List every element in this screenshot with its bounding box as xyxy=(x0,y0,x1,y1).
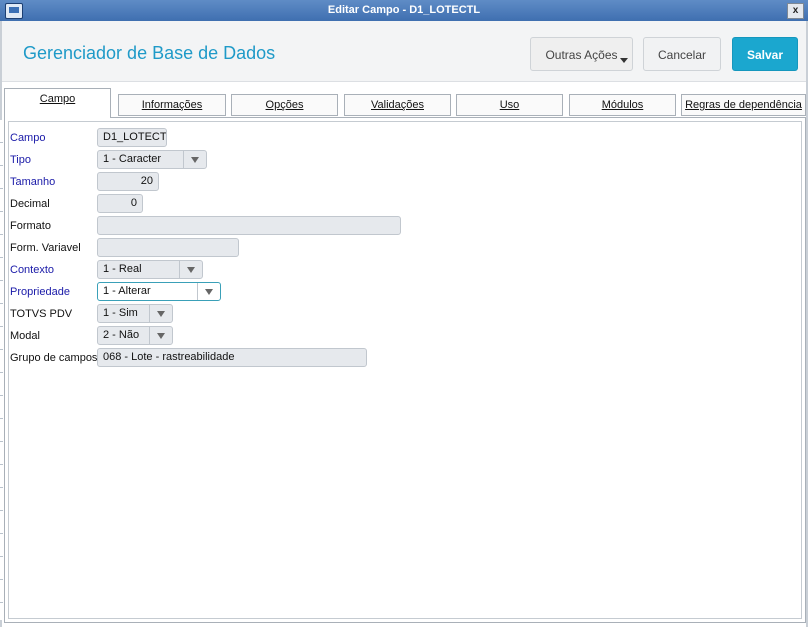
chevron-down-icon[interactable] xyxy=(149,327,172,344)
form-variavel-label: Form. Variavel xyxy=(10,242,81,254)
chevron-down-icon xyxy=(620,58,628,63)
chevron-down-icon[interactable] xyxy=(197,283,220,300)
tab-bar: Campo Informações Opções Validações Uso … xyxy=(0,84,808,118)
window-title: Editar Campo - D1_LOTECTL xyxy=(327,4,481,16)
grupo-campos-label: Grupo de campos xyxy=(10,352,98,364)
campo-label: Campo xyxy=(10,132,46,144)
decimal-label: Decimal xyxy=(10,198,50,210)
tipo-label: Tipo xyxy=(10,154,31,166)
grupo-campos-field[interactable]: 068 - Lote - rastreabilidade xyxy=(97,348,367,367)
formato-label: Formato xyxy=(10,220,51,232)
more-actions-button[interactable]: Outras Ações xyxy=(530,37,633,71)
modal-label: Modal xyxy=(10,330,40,342)
contexto-value: 1 - Real xyxy=(103,263,142,275)
totvs-pdv-value: 1 - Sim xyxy=(103,307,138,319)
tab-regras-dependencia[interactable]: Regras de dependência xyxy=(681,94,806,116)
contexto-select[interactable]: 1 - Real xyxy=(97,260,203,279)
chevron-down-icon[interactable] xyxy=(179,261,202,278)
tab-uso[interactable]: Uso xyxy=(456,94,563,116)
tab-informacoes[interactable]: Informações xyxy=(118,94,226,116)
propriedade-select[interactable]: 1 - Alterar xyxy=(97,282,221,301)
contexto-label: Contexto xyxy=(10,264,55,276)
tab-opcoes[interactable]: Opções xyxy=(231,94,338,116)
tamanho-field[interactable]: 20 xyxy=(97,172,159,191)
chevron-down-icon[interactable] xyxy=(149,305,172,322)
totvs-pdv-select[interactable]: 1 - Sim xyxy=(97,304,173,323)
totvs-pdv-label: TOTVS PDV xyxy=(10,308,73,320)
propriedade-label: Propriedade xyxy=(10,286,70,298)
tipo-value: 1 - Caracter xyxy=(103,153,162,165)
title-bar: Editar Campo - D1_LOTECTL x xyxy=(0,0,808,22)
propriedade-value: 1 - Alterar xyxy=(103,285,151,297)
left-gutter xyxy=(0,120,3,620)
page-title: Gerenciador de Base de Dados xyxy=(23,43,276,63)
formato-field[interactable] xyxy=(97,216,401,235)
modal-select[interactable]: 2 - Não xyxy=(97,326,173,345)
tamanho-label: Tamanho xyxy=(10,176,56,188)
more-actions-label: Outras Ações xyxy=(545,48,618,62)
tab-validacoes[interactable]: Validações xyxy=(344,94,451,116)
cancel-button[interactable]: Cancelar xyxy=(643,37,721,71)
chevron-down-icon[interactable] xyxy=(183,151,206,168)
close-button[interactable]: x xyxy=(787,3,804,19)
tab-campo[interactable]: Campo xyxy=(4,88,111,118)
header-bar: Gerenciador de Base de Dados Outras Açõe… xyxy=(2,21,806,82)
decimal-field[interactable]: 0 xyxy=(97,194,143,213)
form-variavel-field[interactable] xyxy=(97,238,239,257)
save-button[interactable]: Salvar xyxy=(732,37,798,71)
modal-value: 2 - Não xyxy=(103,329,140,341)
tab-panel-campo xyxy=(4,117,806,623)
campo-field[interactable]: D1_LOTECTL xyxy=(97,128,167,147)
tipo-select[interactable]: 1 - Caracter xyxy=(97,150,207,169)
tab-modulos[interactable]: Módulos xyxy=(569,94,676,116)
